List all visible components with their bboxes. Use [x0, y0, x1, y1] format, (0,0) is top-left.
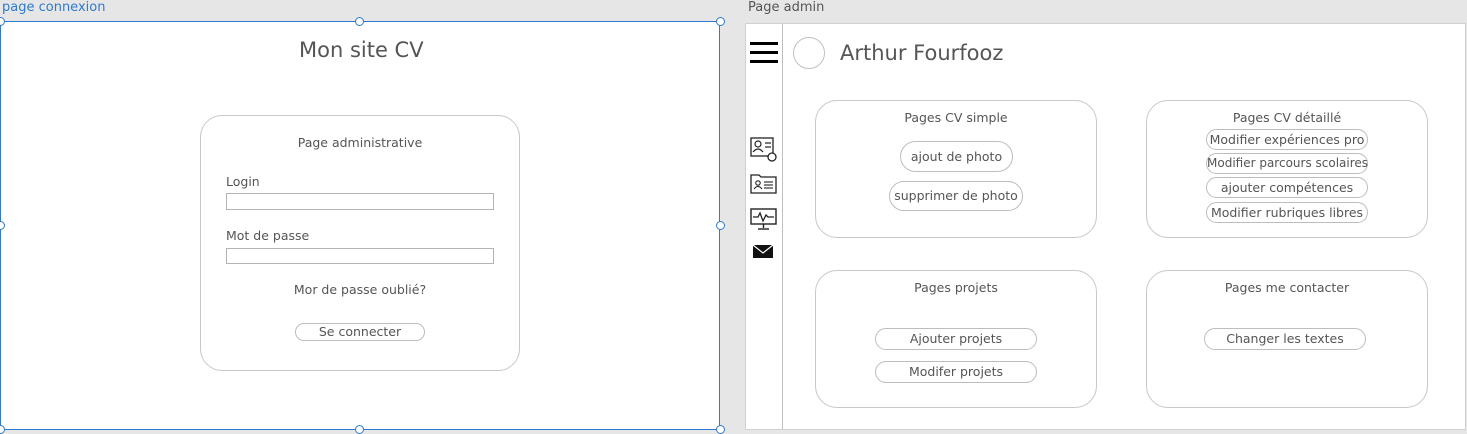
login-input[interactable] — [226, 193, 494, 210]
resize-handle-top-center[interactable] — [355, 17, 364, 26]
user-name: Arthur Fourfooz — [840, 41, 1004, 65]
section-projects: Pages projets Ajouter projets Modifer pr… — [815, 270, 1097, 408]
resize-handle-middle-right[interactable] — [716, 221, 725, 230]
menu-icon[interactable] — [749, 41, 779, 65]
connexion-frame-label[interactable]: page connexion — [2, 0, 105, 15]
edit-project-button[interactable]: Modifer projets — [875, 361, 1037, 383]
password-input[interactable] — [226, 248, 494, 264]
section-title: Pages projets — [914, 280, 998, 295]
admin-sidebar — [746, 24, 783, 429]
login-frame[interactable]: Mon site CV Page administrative Login Mo… — [0, 21, 720, 430]
section-contact: Pages me contacter Changer les textes — [1146, 270, 1428, 408]
resize-handle-top-right[interactable] — [716, 17, 725, 26]
section-cv-simple: Pages CV simple ajout de photo supprimer… — [815, 100, 1097, 238]
change-texts-button[interactable]: Changer les textes — [1204, 328, 1366, 350]
section-cv-detail: Pages CV détaillé Modifier expériences p… — [1146, 100, 1428, 238]
section-title: Pages me contacter — [1224, 280, 1350, 295]
remove-photo-button[interactable]: supprimer de photo — [889, 181, 1023, 211]
add-photo-button[interactable]: ajout de photo — [900, 141, 1013, 172]
admin-frame[interactable]: Arthur Fourfooz Pages CV simple ajout de… — [745, 23, 1466, 430]
login-label: Login — [226, 174, 260, 189]
add-project-button[interactable]: Ajouter projets — [875, 328, 1037, 350]
admin-frame-label[interactable]: Page admin — [748, 0, 824, 15]
login-card-title: Page administrative — [297, 135, 423, 150]
forgot-password-link[interactable]: Mor de passe oublié? — [201, 282, 519, 297]
user-avatar[interactable] — [793, 37, 825, 69]
edit-free-sections-button[interactable]: Modifier rubriques libres — [1206, 202, 1368, 223]
password-label: Mot de passe — [226, 228, 310, 243]
profile-card-icon[interactable] — [750, 137, 778, 163]
monitor-activity-icon[interactable] — [750, 207, 778, 231]
edit-education-button[interactable]: Modifier parcours scolaires — [1206, 153, 1368, 174]
contact-folder-icon[interactable] — [750, 172, 778, 196]
site-title: Mon site CV — [299, 38, 424, 62]
add-skills-button[interactable]: ajouter compétences — [1206, 177, 1368, 198]
mail-icon[interactable] — [750, 243, 778, 261]
login-submit-button[interactable]: Se connecter — [295, 323, 425, 341]
section-title: Pages CV simple — [904, 110, 1008, 125]
login-card: Page administrative Login Mot de passe M… — [200, 115, 520, 371]
edit-experience-button[interactable]: Modifier expériences pro — [1206, 129, 1368, 150]
section-title: Pages CV détaillé — [1232, 110, 1342, 125]
